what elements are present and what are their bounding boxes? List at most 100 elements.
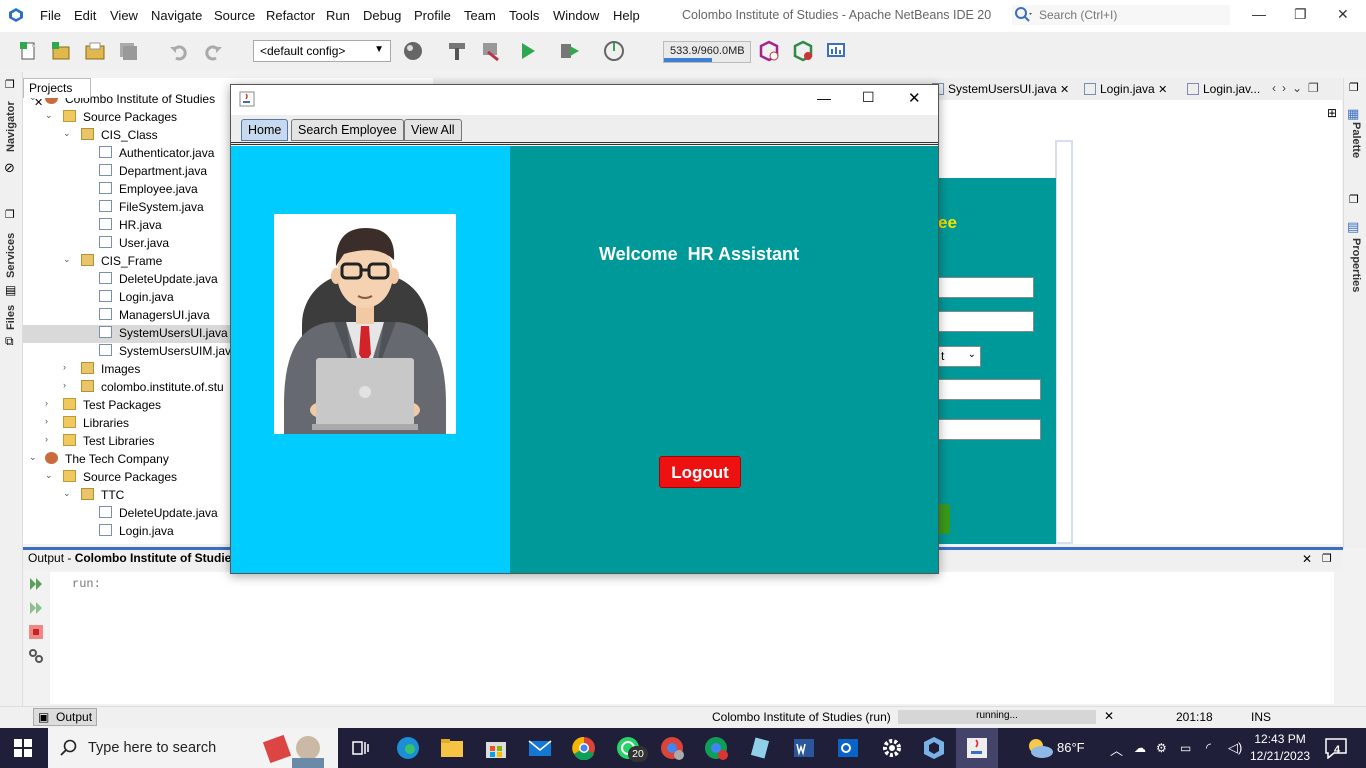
tray-network-settings-icon[interactable]: ⚙ xyxy=(1156,741,1167,755)
tab-home[interactable]: Home xyxy=(241,119,289,141)
task-view-icon[interactable] xyxy=(349,736,373,760)
settings-icon[interactable] xyxy=(28,648,44,664)
battery-icon[interactable]: ▭ xyxy=(1180,741,1191,755)
menu-run[interactable]: Run xyxy=(326,8,350,23)
minimize-icon[interactable]: — xyxy=(1252,6,1266,22)
tray-app-icon[interactable]: ☁ xyxy=(1134,741,1146,755)
mail-icon[interactable] xyxy=(528,736,552,760)
editor-tab-login-2[interactable]: Login.jav... xyxy=(1181,79,1266,99)
menu-navigate[interactable]: Navigate xyxy=(151,8,202,23)
logout-button[interactable]: Logout xyxy=(659,456,741,488)
menu-source[interactable]: Source xyxy=(214,8,255,23)
config-select[interactable]: <default config> ▼ xyxy=(253,40,391,62)
tree-toggle-icon[interactable]: › xyxy=(45,434,48,444)
restore-services-icon[interactable]: ❐ xyxy=(5,208,15,221)
open-project-icon[interactable] xyxy=(84,40,106,62)
menu-file[interactable]: File xyxy=(40,8,61,23)
monitor-icon[interactable] xyxy=(825,40,847,62)
menu-window[interactable]: Window xyxy=(553,8,599,23)
menu-edit[interactable]: Edit xyxy=(74,8,96,23)
app-minimize-icon[interactable]: — xyxy=(817,90,831,106)
tab-scroll-controls[interactable]: ‹›⌄❐ xyxy=(1272,81,1325,95)
status-progress-bar[interactable]: running... xyxy=(898,710,1096,724)
maximize-output-icon[interactable]: ❐ xyxy=(1322,552,1332,565)
close-icon[interactable]: ✕ xyxy=(1337,6,1349,23)
services-tab[interactable]: Services xyxy=(5,233,17,278)
menu-refactor[interactable]: Refactor xyxy=(266,8,315,23)
chrome-icon[interactable] xyxy=(572,736,596,760)
notepad-icon[interactable] xyxy=(748,736,772,760)
tab-view-all[interactable]: View All xyxy=(404,119,462,141)
undo-icon[interactable] xyxy=(168,40,190,62)
tree-toggle-icon[interactable]: ⌄ xyxy=(45,110,53,121)
tree-toggle-icon[interactable]: ⌄ xyxy=(63,254,71,265)
projects-tab[interactable]: Projects ✕ xyxy=(23,78,91,109)
settings-gear-icon[interactable] xyxy=(880,736,904,760)
edge-browser-icon[interactable] xyxy=(396,736,420,760)
navigator-tab[interactable]: Navigator xyxy=(5,101,17,152)
profile-icon[interactable] xyxy=(603,40,625,62)
netbeans-taskbar-icon[interactable] xyxy=(922,736,946,760)
taskbar-search-input[interactable]: Type here to search xyxy=(48,728,338,768)
memory-meter[interactable]: 533.9/960.0MB xyxy=(663,41,751,63)
menu-debug[interactable]: Debug xyxy=(363,8,401,23)
restore-properties-icon[interactable]: ❐ xyxy=(1349,193,1359,206)
gc-gear-icon[interactable] xyxy=(758,40,780,62)
rerun-with-params-icon[interactable] xyxy=(28,600,44,616)
microsoft-store-icon[interactable] xyxy=(484,736,508,760)
chrome-profile-g-icon[interactable] xyxy=(704,736,728,760)
clean-build-icon[interactable] xyxy=(480,40,502,62)
stop-icon[interactable] xyxy=(28,624,44,640)
browser-globe-icon[interactable] xyxy=(402,40,424,62)
rerun-icon[interactable] xyxy=(28,576,44,592)
tree-toggle-icon[interactable]: ⌄ xyxy=(63,128,71,139)
design-textfield-1[interactable] xyxy=(938,277,1034,298)
restore-window-icon[interactable]: ❐ xyxy=(5,78,15,91)
system-clock[interactable]: 12:43 PM 12/21/2023 xyxy=(1250,731,1310,765)
design-button-fragment[interactable] xyxy=(938,504,950,534)
app-maximize-icon[interactable]: ☐ xyxy=(862,89,875,106)
chrome-profile-d-icon[interactable] xyxy=(660,736,684,760)
editor-tab-systemusersui[interactable]: SystemUsersUI.java ✕ xyxy=(926,79,1075,99)
output-console[interactable] xyxy=(50,572,1334,704)
menu-profile[interactable]: Profile xyxy=(414,8,451,23)
menu-help[interactable]: Help xyxy=(613,8,640,23)
restore-icon[interactable]: ❐ xyxy=(1294,6,1307,23)
close-tab-icon[interactable]: ✕ xyxy=(1060,84,1069,96)
design-textfield-2[interactable] xyxy=(938,311,1034,332)
app-close-icon[interactable]: ✕ xyxy=(908,89,921,107)
word-icon[interactable] xyxy=(792,736,816,760)
tree-toggle-icon[interactable]: › xyxy=(63,362,66,372)
status-output-tab[interactable]: ▣ Output xyxy=(33,708,97,726)
design-combobox[interactable]: t ⌄ xyxy=(938,346,981,367)
tree-toggle-icon[interactable]: › xyxy=(45,398,48,408)
tree-toggle-icon[interactable]: ⌄ xyxy=(45,470,53,481)
new-file-icon[interactable] xyxy=(18,40,40,62)
tray-overflow-icon[interactable]: ︿ xyxy=(1110,740,1123,759)
close-tab-icon[interactable]: ✕ xyxy=(1158,84,1167,96)
palette-tab[interactable]: Palette xyxy=(1350,122,1362,158)
file-explorer-icon[interactable] xyxy=(440,736,464,760)
files-tab[interactable]: Files xyxy=(5,305,17,330)
menu-tools[interactable]: Tools xyxy=(509,8,539,23)
menu-team[interactable]: Team xyxy=(464,8,496,23)
gc-stop-icon[interactable] xyxy=(792,40,814,62)
tab-search-employee[interactable]: Search Employee xyxy=(291,119,404,141)
windows-start-icon[interactable] xyxy=(14,739,32,757)
ide-search-input[interactable]: Search (Ctrl+I) xyxy=(1012,5,1230,25)
tree-toggle-icon[interactable]: ⌄ xyxy=(29,452,37,463)
close-output-icon[interactable]: ✕ xyxy=(1302,552,1312,566)
wifi-icon[interactable]: ◜ xyxy=(1206,740,1211,756)
run-icon[interactable] xyxy=(517,40,539,62)
redo-icon[interactable] xyxy=(202,40,224,62)
expand-icon[interactable]: ⊞ xyxy=(1327,106,1337,120)
new-project-icon[interactable] xyxy=(50,40,72,62)
properties-tab[interactable]: Properties xyxy=(1350,238,1362,292)
close-projects-icon[interactable]: ✕ xyxy=(34,97,43,109)
save-all-icon[interactable] xyxy=(117,40,139,62)
design-textfield-3[interactable] xyxy=(938,379,1041,400)
build-hammer-icon[interactable] xyxy=(446,40,468,62)
tree-toggle-icon[interactable]: ⌄ xyxy=(63,488,71,499)
menu-view[interactable]: View xyxy=(110,8,138,23)
tree-toggle-icon[interactable]: › xyxy=(63,380,66,390)
